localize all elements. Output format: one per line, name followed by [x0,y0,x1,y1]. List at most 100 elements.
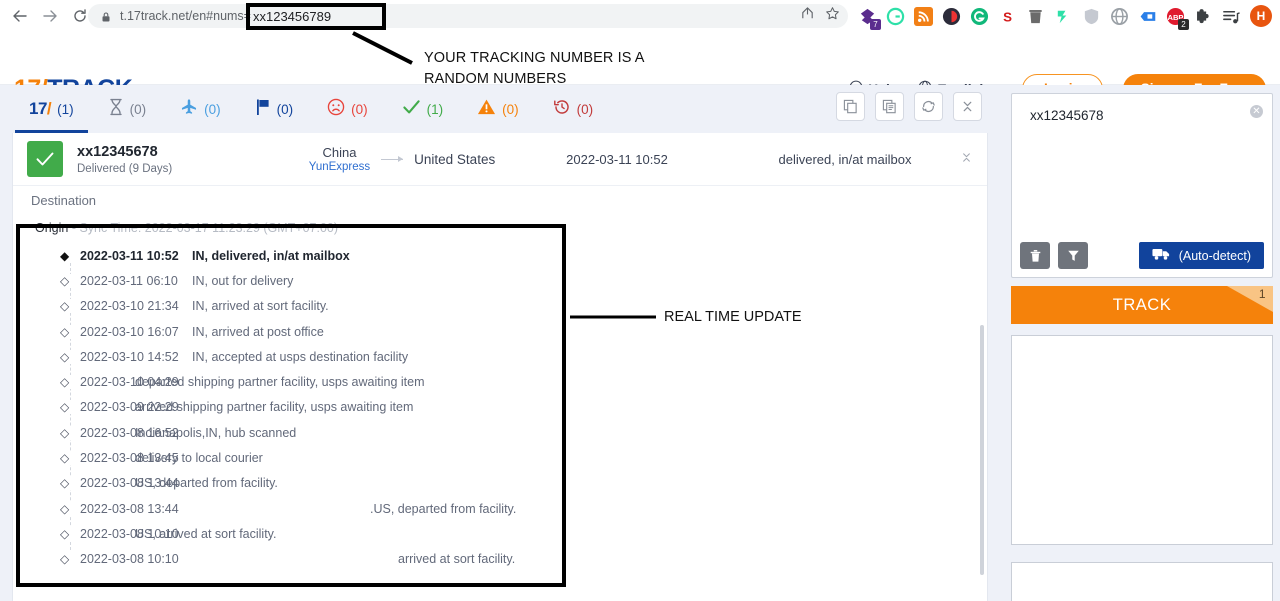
address-bar[interactable]: t.17track.net/en#nums= xx123456789 [88,4,848,28]
tab-alert[interactable]: (0) [460,85,536,133]
shield-extension-icon[interactable] [1082,7,1101,26]
tab-in-transit-count: (0) [204,101,221,117]
list-item[interactable]: ◇ 2022-03-11 06:10 IN, out for delivery [31,268,969,293]
list-item[interactable]: ◇ 2022-03-10 16:07 IN, arrived at post o… [31,319,969,344]
collapse-rows-icon[interactable] [960,151,973,169]
event-description: IN, arrived at sort facility. [192,299,329,314]
tracking-input-panel: xx12345678 ✕ (Auto-detect) [1011,93,1273,278]
refresh-icon[interactable] [914,92,943,121]
annotation-note-1: YOUR TRACKING NUMBER IS A RANDOM NUMBERS [424,48,645,90]
tracking-summary-row[interactable]: xx12345678 Delivered (9 Days) China YunE… [13,133,987,185]
input-tools [1020,242,1088,269]
17-logo-icon: 17/ [29,99,52,118]
events-scrollbar[interactable] [980,325,984,575]
list-item[interactable]: ◇ 2022-03-08 16:52 Indianapolis,IN, hub … [31,420,969,445]
sidebar-placeholder-box-2 [1011,562,1273,601]
tracking-number: xx12345678 [77,143,158,160]
list-item[interactable]: ◇ 2022-03-10 04:29 departed shipping par… [31,369,969,394]
track-corner-fold [1227,286,1273,312]
globe-extension-icon[interactable] [1110,7,1129,26]
events-timeline: ◆ 2022-03-11 10:52 IN, delivered, in/at … [31,243,969,572]
tab-in-transit[interactable]: (0) [163,85,238,133]
clipboard-extension-icon[interactable] [1138,7,1157,26]
bird-extension-icon[interactable] [1054,7,1073,26]
sad-face-icon [327,98,345,121]
list-item[interactable]: ◇ 2022-03-09 22:29 arrived shipping part… [31,395,969,420]
list-item[interactable]: ◇ 2022-03-10 14:52 IN, accepted at usps … [31,344,969,369]
event-time: 2022-03-11 10:52 [80,248,179,263]
tab-expired-count: (0) [576,101,594,117]
check-mark-icon [27,141,63,177]
tab-not-found-count: (0) [129,101,147,117]
track-button[interactable]: TRACK 1 [1011,286,1273,324]
event-description: arrived shipping partner facility, usps … [135,400,414,415]
url-prefix: t.17track.net/en#nums= [120,9,251,23]
airplane-icon [180,98,198,121]
tab-undelivered[interactable]: (0) [310,85,385,133]
puzzle-extensions-icon[interactable] [1194,7,1213,26]
destination-section-label: Destination [13,185,987,215]
rss-feed-extension-icon[interactable] [914,6,933,26]
event-description: .US, departed from facility. [370,501,517,516]
list-item[interactable]: ◇ 2022-03-08 13:44 US, departed from fac… [31,471,969,496]
clear-input-icon[interactable]: ✕ [1250,105,1263,118]
svg-text:S: S [1003,9,1012,24]
grammar-g-extension-icon[interactable] [970,7,989,26]
flag-icon [255,98,271,121]
collapse-icon[interactable] [953,92,982,121]
event-description: arrived at sort facility. [398,552,516,567]
adblock-extension-icon[interactable]: ABP 2 [1166,7,1189,30]
pocket-badge: 7 [870,18,881,30]
annotation-note-1-line2: RANDOM NUMBERS [424,71,567,87]
grammarly-extension-icon[interactable] [886,7,905,26]
star-icon[interactable] [825,6,840,26]
carrier-select-button[interactable]: (Auto-detect) [1138,242,1264,269]
trash-extension-icon[interactable] [1026,7,1045,26]
list-item[interactable]: ◇ 2022-03-10 21:34 IN, arrived at sort f… [31,294,969,319]
copy-all-icon[interactable] [875,92,904,121]
list-item[interactable]: ◇ 2022-03-08 10:10 US, arrived at sort f… [31,521,969,546]
destination-label: Destination [31,193,97,208]
tab-undelivered-count: (0) [351,101,368,117]
seo-extension-icon[interactable]: S [998,7,1017,26]
timeline-dot-icon: ◇ [60,299,80,314]
list-item[interactable]: ◇ 2022-03-08 10:10 arrived at sort facil… [31,547,969,572]
back-arrow-icon[interactable] [6,2,34,30]
warning-triangle-icon [477,98,496,121]
pocket-extension-icon[interactable]: 7 [858,7,881,30]
event-description: departed shipping partner facility, usps… [135,375,425,390]
share-icon[interactable] [800,6,815,26]
list-item[interactable]: ◇ 2022-03-08 13:44 .US, departed from fa… [31,496,969,521]
timeline-dot-icon: ◇ [60,501,80,516]
status-tabstrip: 17/ (1) (0) (0) (0) (0) (1) (0) (0) [0,85,996,133]
tab-alert-count: (0) [502,101,519,117]
avatar[interactable]: H [1250,5,1272,27]
timeline-dot-icon: ◇ [60,451,80,466]
keepa-extension-icon[interactable] [942,7,961,26]
forward-arrow-icon[interactable] [36,2,64,30]
event-time: 2022-03-10 14:52 [80,349,179,364]
tab-expired[interactable]: (0) [536,85,611,133]
track-label: TRACK [1112,295,1172,314]
tab-pickup-count: (0) [276,101,294,117]
tab-delivered[interactable]: (1) [385,85,461,133]
tracking-result-card: xx12345678 Delivered (9 Days) China YunE… [12,133,988,601]
event-time: 2022-03-10 21:34 [80,299,179,314]
tab-pickup[interactable]: (0) [238,85,311,133]
list-item[interactable]: ◇ 2022-03-08 13:45 delivery to local cou… [31,445,969,470]
timeline-dot-icon: ◇ [60,526,80,541]
filter-icon[interactable] [1058,242,1088,269]
trash-icon[interactable] [1020,242,1050,269]
adblock-badge: 2 [1178,18,1189,30]
list-item[interactable]: ◆ 2022-03-11 10:52 IN, delivered, in/at … [31,243,969,268]
delivery-status-sub: Delivered (9 Days) [77,162,173,175]
tab-all[interactable]: 17/ (1) [12,85,91,133]
carrier-label: (Auto-detect) [1178,248,1251,263]
event-description: delivery to local courier [135,451,263,466]
results-column: 17/ (1) (0) (0) (0) (0) (1) (0) (0) xx12… [0,85,996,601]
tab-not-found[interactable]: (0) [91,85,164,133]
reading-list-icon[interactable] [1222,7,1241,26]
origin-carrier[interactable]: YunExpress [309,161,370,173]
search-input[interactable]: xx12345678 [1030,108,1104,123]
copy-icon[interactable] [836,92,865,121]
